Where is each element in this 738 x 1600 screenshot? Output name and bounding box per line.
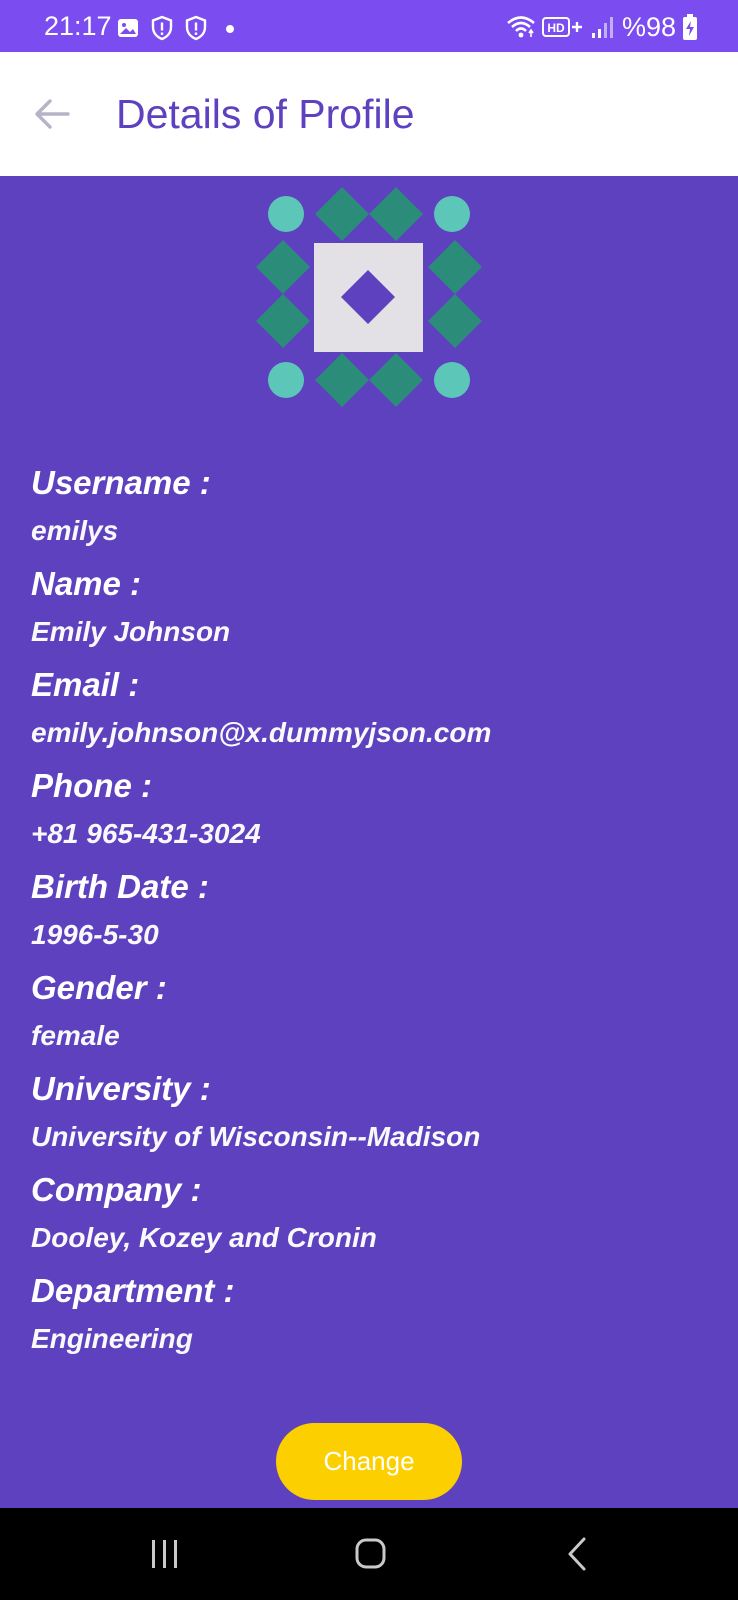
app-bar: Details of Profile	[0, 52, 738, 176]
back-icon	[568, 1537, 586, 1571]
profile-details: Username : emilys Name : Emily Johnson E…	[31, 464, 711, 1373]
page-title: Details of Profile	[116, 91, 415, 137]
field-department: Department : Engineering	[31, 1272, 711, 1356]
field-value: +81 965-431-3024	[31, 818, 261, 849]
shield-icon	[151, 15, 173, 41]
recents-icon	[152, 1540, 177, 1568]
status-notification-icons	[116, 15, 242, 41]
identicon-avatar-icon	[256, 187, 482, 407]
dot-icon	[226, 25, 234, 33]
field-label: Gender :	[31, 969, 167, 1006]
battery-level: %98	[621, 12, 676, 42]
field-value: 1996-5-30	[31, 919, 159, 950]
field-label: Phone :	[31, 767, 152, 804]
field-label: Username :	[31, 464, 211, 501]
phone-screen: 21:17 HD %98 Details of Profile Username…	[0, 0, 738, 1600]
field-username: Username : emilys	[31, 464, 711, 548]
gallery-icon	[118, 19, 138, 37]
avatar	[253, 184, 485, 416]
recents-button[interactable]	[141, 1532, 189, 1576]
field-value: emilys	[31, 515, 119, 546]
field-label: University :	[31, 1070, 211, 1107]
shield-icon	[185, 15, 207, 41]
field-birth-date: Birth Date : 1996-5-30	[31, 868, 711, 952]
field-label: Birth Date :	[31, 868, 209, 905]
back-button[interactable]	[30, 92, 74, 136]
system-nav-bar	[0, 1508, 738, 1600]
signal-icon	[591, 17, 613, 38]
field-phone: Phone : +81 965-431-3024	[31, 767, 711, 851]
field-value: emily.johnson@x.dummyjson.com	[31, 717, 492, 748]
field-label: Company :	[31, 1171, 202, 1208]
wifi-icon	[507, 16, 535, 38]
field-label: Department :	[31, 1272, 235, 1309]
field-university: University : University of Wisconsin--Ma…	[31, 1070, 711, 1154]
nav-back-button[interactable]	[554, 1532, 602, 1576]
home-button[interactable]	[346, 1532, 394, 1576]
field-label: Email :	[31, 666, 140, 703]
status-bar: 21:17 HD %98	[0, 0, 738, 52]
status-system-icons: HD %98	[506, 11, 698, 43]
field-gender: Gender : female	[31, 969, 711, 1053]
arrow-back-icon	[35, 99, 70, 129]
field-value: University of Wisconsin--Madison	[31, 1121, 481, 1152]
home-icon	[355, 1538, 386, 1569]
field-value: Emily Johnson	[31, 616, 231, 647]
field-value: female	[31, 1020, 120, 1051]
svg-text:HD: HD	[547, 21, 565, 35]
status-time: 21:17	[44, 11, 112, 41]
field-label: Name :	[31, 565, 142, 602]
field-company: Company : Dooley, Kozey and Cronin	[31, 1171, 711, 1255]
field-value: Dooley, Kozey and Cronin	[31, 1222, 377, 1253]
hd-plus-icon: HD	[541, 17, 582, 37]
field-value: Engineering	[31, 1323, 193, 1354]
battery-charging-icon	[683, 14, 697, 40]
field-email: Email : emily.johnson@x.dummyjson.com	[31, 666, 711, 750]
field-name: Name : Emily Johnson	[31, 565, 711, 649]
change-button[interactable]: Change	[276, 1423, 462, 1500]
